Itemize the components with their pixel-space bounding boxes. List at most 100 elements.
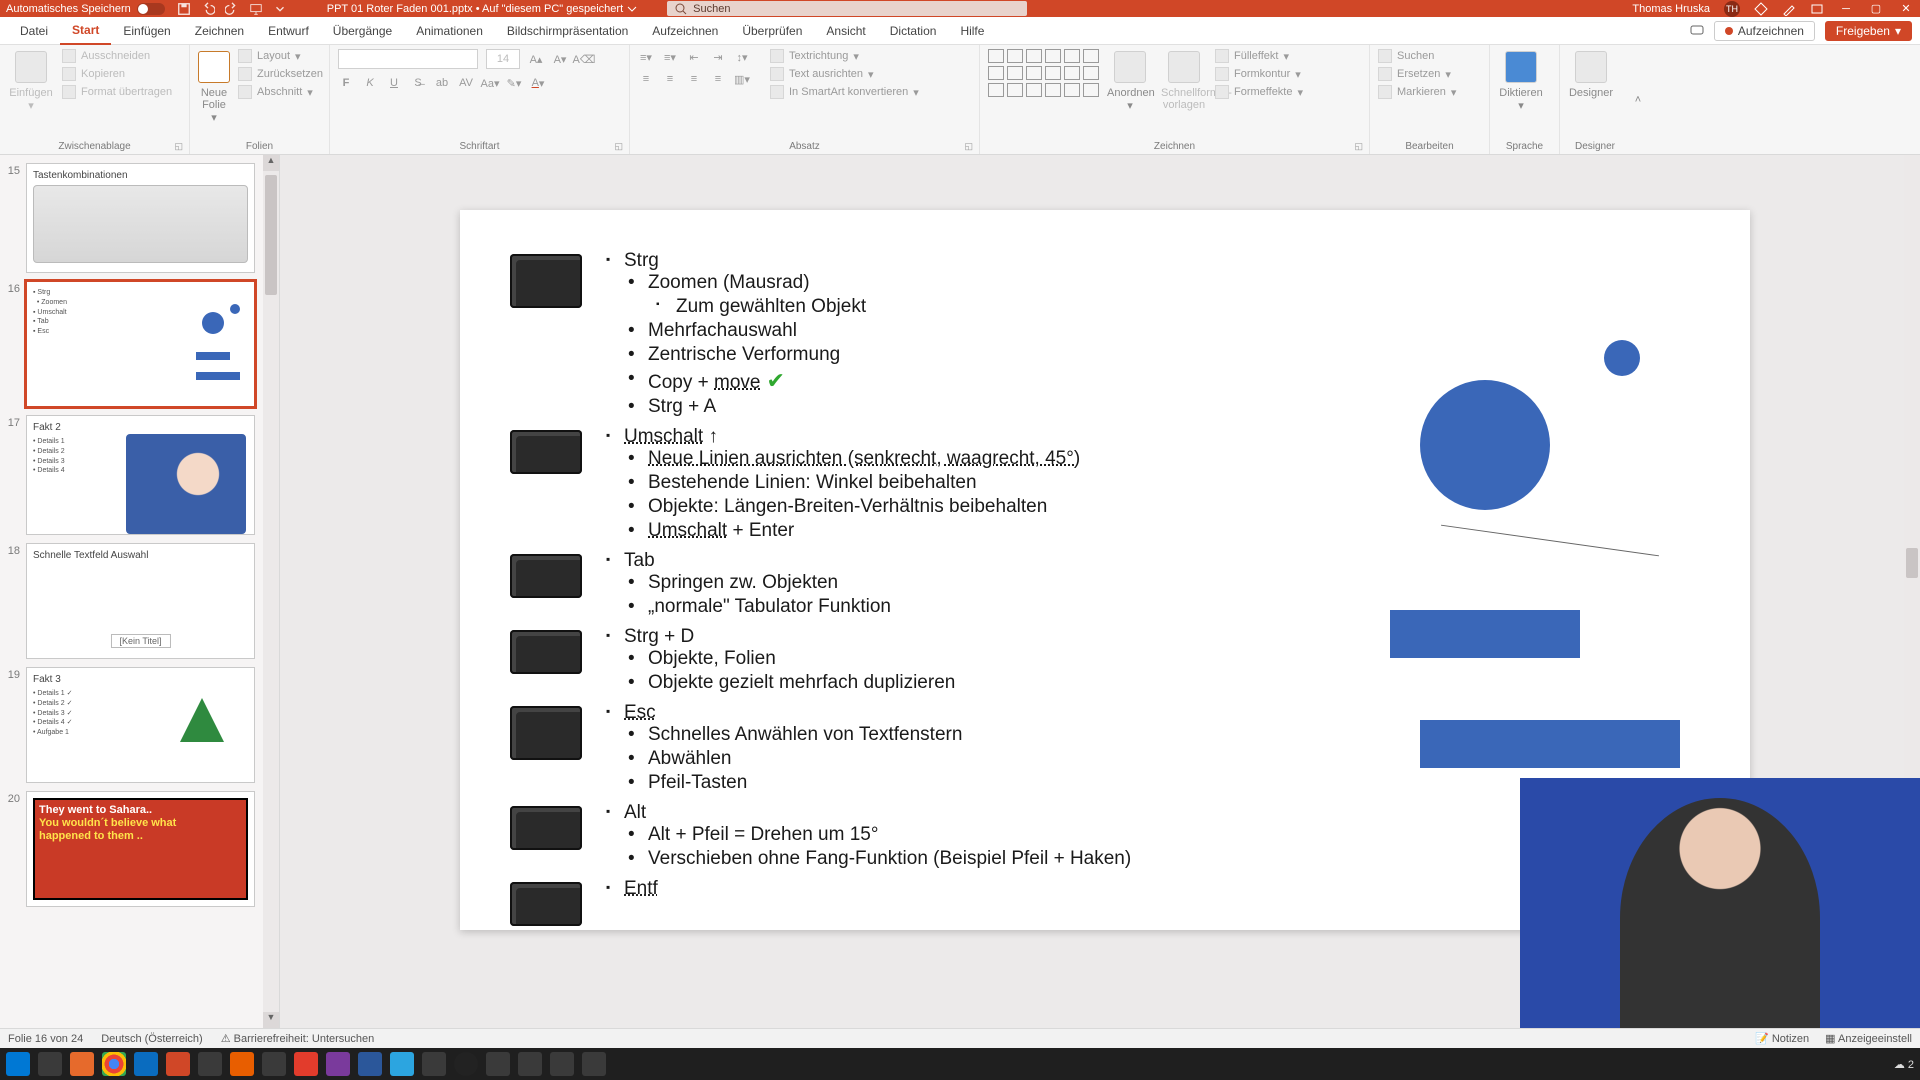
undo-icon[interactable] xyxy=(201,2,215,16)
align-left-icon[interactable]: ≡ xyxy=(638,71,654,87)
user-name[interactable]: Thomas Hruska xyxy=(1632,3,1710,15)
cut-button[interactable]: Ausschneiden xyxy=(62,49,172,63)
spacing-icon[interactable]: AV xyxy=(458,75,474,91)
bold-icon[interactable]: F xyxy=(338,75,354,91)
designer-button[interactable]: Designer xyxy=(1568,49,1614,99)
taskbar-app5[interactable] xyxy=(486,1052,510,1076)
find-button[interactable]: Suchen xyxy=(1378,49,1456,63)
thumb-slide-15[interactable]: Tastenkombinationen xyxy=(26,163,255,273)
present-icon[interactable] xyxy=(249,2,263,16)
taskbar-app4[interactable] xyxy=(422,1052,446,1076)
tab-slideshow[interactable]: Bildschirmpräsentation xyxy=(495,17,640,45)
increase-font-icon[interactable]: A▴ xyxy=(528,51,544,67)
taskbar-telegram[interactable] xyxy=(390,1052,414,1076)
font-name-combo[interactable] xyxy=(338,49,478,69)
thumb-slide-20[interactable]: They went to Sahara.. You wouldn´t belie… xyxy=(26,791,255,907)
taskbar-onenote[interactable] xyxy=(326,1052,350,1076)
title-dropdown-icon[interactable] xyxy=(627,4,637,14)
status-slide-counter[interactable]: Folie 16 von 24 xyxy=(8,1033,83,1045)
tab-dictation[interactable]: Dictation xyxy=(878,17,949,45)
status-accessibility[interactable]: ⚠ Barrierefreiheit: Untersuchen xyxy=(221,1032,375,1045)
thumb-slide-17[interactable]: Fakt 2 • Details 1• Details 2• Details 3… xyxy=(26,415,255,535)
strikethrough-icon[interactable]: S̶ xyxy=(410,75,426,91)
scroll-thumb[interactable] xyxy=(265,175,277,295)
taskbar-chrome[interactable] xyxy=(102,1052,126,1076)
font-color-icon[interactable]: A▾ xyxy=(530,75,546,91)
search-box[interactable]: Suchen xyxy=(667,1,1027,16)
thumbnail-scrollbar[interactable]: ▲ ▼ xyxy=(263,155,279,1028)
taskbar-app6[interactable] xyxy=(518,1052,542,1076)
thumb-slide-18[interactable]: Schnelle Textfeld Auswahl [Kein Titel] xyxy=(26,543,255,659)
increase-indent-icon[interactable]: ⇥ xyxy=(710,49,726,65)
shape-fill-button[interactable]: Fülleffekt ▾ xyxy=(1215,49,1303,63)
shadow-icon[interactable]: ab xyxy=(434,75,450,91)
paragraph-dialog-icon[interactable]: ◱ xyxy=(964,141,973,152)
more-icon[interactable] xyxy=(273,2,287,16)
text-direction-button[interactable]: Textrichtung ▾ xyxy=(770,49,919,63)
italic-icon[interactable]: K xyxy=(362,75,378,91)
line-spacing-icon[interactable]: ↕▾ xyxy=(734,49,750,65)
scroll-down-icon[interactable]: ▼ xyxy=(263,1012,279,1028)
tray-weather[interactable]: ☁ 2 xyxy=(1894,1058,1914,1071)
shape-circle-large[interactable] xyxy=(1420,380,1550,510)
user-avatar[interactable]: TH xyxy=(1724,1,1740,17)
layout-button[interactable]: Layout ▾ xyxy=(238,49,323,63)
decrease-indent-icon[interactable]: ⇤ xyxy=(686,49,702,65)
shape-rectangle-1[interactable] xyxy=(1390,610,1580,658)
diamond-icon[interactable] xyxy=(1754,2,1768,16)
status-language[interactable]: Deutsch (Österreich) xyxy=(101,1033,202,1045)
tab-view[interactable]: Ansicht xyxy=(814,17,877,45)
dictate-button[interactable]: Diktieren▾ xyxy=(1498,49,1544,112)
maximize-button[interactable]: ▢ xyxy=(1868,2,1884,15)
tab-design[interactable]: Entwurf xyxy=(256,17,321,45)
taskbar-powerpoint[interactable] xyxy=(166,1052,190,1076)
start-button[interactable] xyxy=(6,1052,30,1076)
share-button[interactable]: Freigeben▾ xyxy=(1825,21,1912,41)
align-text-button[interactable]: Text ausrichten ▾ xyxy=(770,67,919,81)
status-notes[interactable]: 📝 Notizen xyxy=(1755,1032,1809,1045)
font-dialog-icon[interactable]: ◱ xyxy=(614,141,623,152)
tab-home[interactable]: Start xyxy=(60,17,111,45)
save-icon[interactable] xyxy=(177,2,191,16)
taskbar-visio[interactable] xyxy=(358,1052,382,1076)
comments-icon[interactable] xyxy=(1690,24,1704,38)
taskbar-app3[interactable] xyxy=(294,1052,318,1076)
taskbar-vlc[interactable] xyxy=(230,1052,254,1076)
highlight-icon[interactable]: ✎▾ xyxy=(506,75,522,91)
tab-file[interactable]: Datei xyxy=(8,17,60,45)
thumb-slide-16[interactable]: ▪ Strg • Zoomen▪ Umschalt▪ Tab▪ Esc xyxy=(26,281,255,407)
taskbar-firefox[interactable] xyxy=(70,1052,94,1076)
tab-transitions[interactable]: Übergänge xyxy=(321,17,404,45)
shape-outline-button[interactable]: Formkontur ▾ xyxy=(1215,67,1303,81)
taskbar-explorer[interactable] xyxy=(38,1052,62,1076)
bullets-icon[interactable]: ≡▾ xyxy=(638,49,654,65)
thumb-slide-19[interactable]: Fakt 3 • Details 1 ✓• Details 2 ✓• Detai… xyxy=(26,667,255,783)
taskbar-app2[interactable] xyxy=(262,1052,286,1076)
font-size-combo[interactable]: 14 xyxy=(486,49,520,69)
paste-button[interactable]: Einfügen▾ xyxy=(8,49,54,112)
record-button[interactable]: Aufzeichnen xyxy=(1714,21,1815,41)
window-icon[interactable] xyxy=(1810,2,1824,16)
clear-format-icon[interactable]: A⌫ xyxy=(576,51,592,67)
tab-animations[interactable]: Animationen xyxy=(404,17,495,45)
pen-icon[interactable] xyxy=(1782,2,1796,16)
replace-button[interactable]: Ersetzen ▾ xyxy=(1378,67,1456,81)
select-button[interactable]: Markieren ▾ xyxy=(1378,85,1456,99)
tab-review[interactable]: Überprüfen xyxy=(730,17,814,45)
format-painter-button[interactable]: Format übertragen xyxy=(62,85,172,99)
autosave-toggle[interactable] xyxy=(137,3,165,15)
section-button[interactable]: Abschnitt ▾ xyxy=(238,85,323,99)
status-display-settings[interactable]: ▦ Anzeigeeinstell xyxy=(1825,1032,1912,1045)
redo-icon[interactable] xyxy=(225,2,239,16)
scroll-up-icon[interactable]: ▲ xyxy=(263,155,279,171)
tab-record[interactable]: Aufzeichnen xyxy=(640,17,730,45)
collapse-ribbon-icon[interactable]: ˄ xyxy=(1630,45,1646,154)
copy-button[interactable]: Kopieren xyxy=(62,67,172,81)
tab-draw[interactable]: Zeichnen xyxy=(183,17,256,45)
shape-effects-button[interactable]: Formeffekte ▾ xyxy=(1215,85,1303,99)
taskbar-edge[interactable] xyxy=(134,1052,158,1076)
underline-icon[interactable]: U xyxy=(386,75,402,91)
shape-circle-small[interactable] xyxy=(1604,340,1640,376)
justify-icon[interactable]: ≡ xyxy=(710,71,726,87)
columns-icon[interactable]: ▥▾ xyxy=(734,71,750,87)
